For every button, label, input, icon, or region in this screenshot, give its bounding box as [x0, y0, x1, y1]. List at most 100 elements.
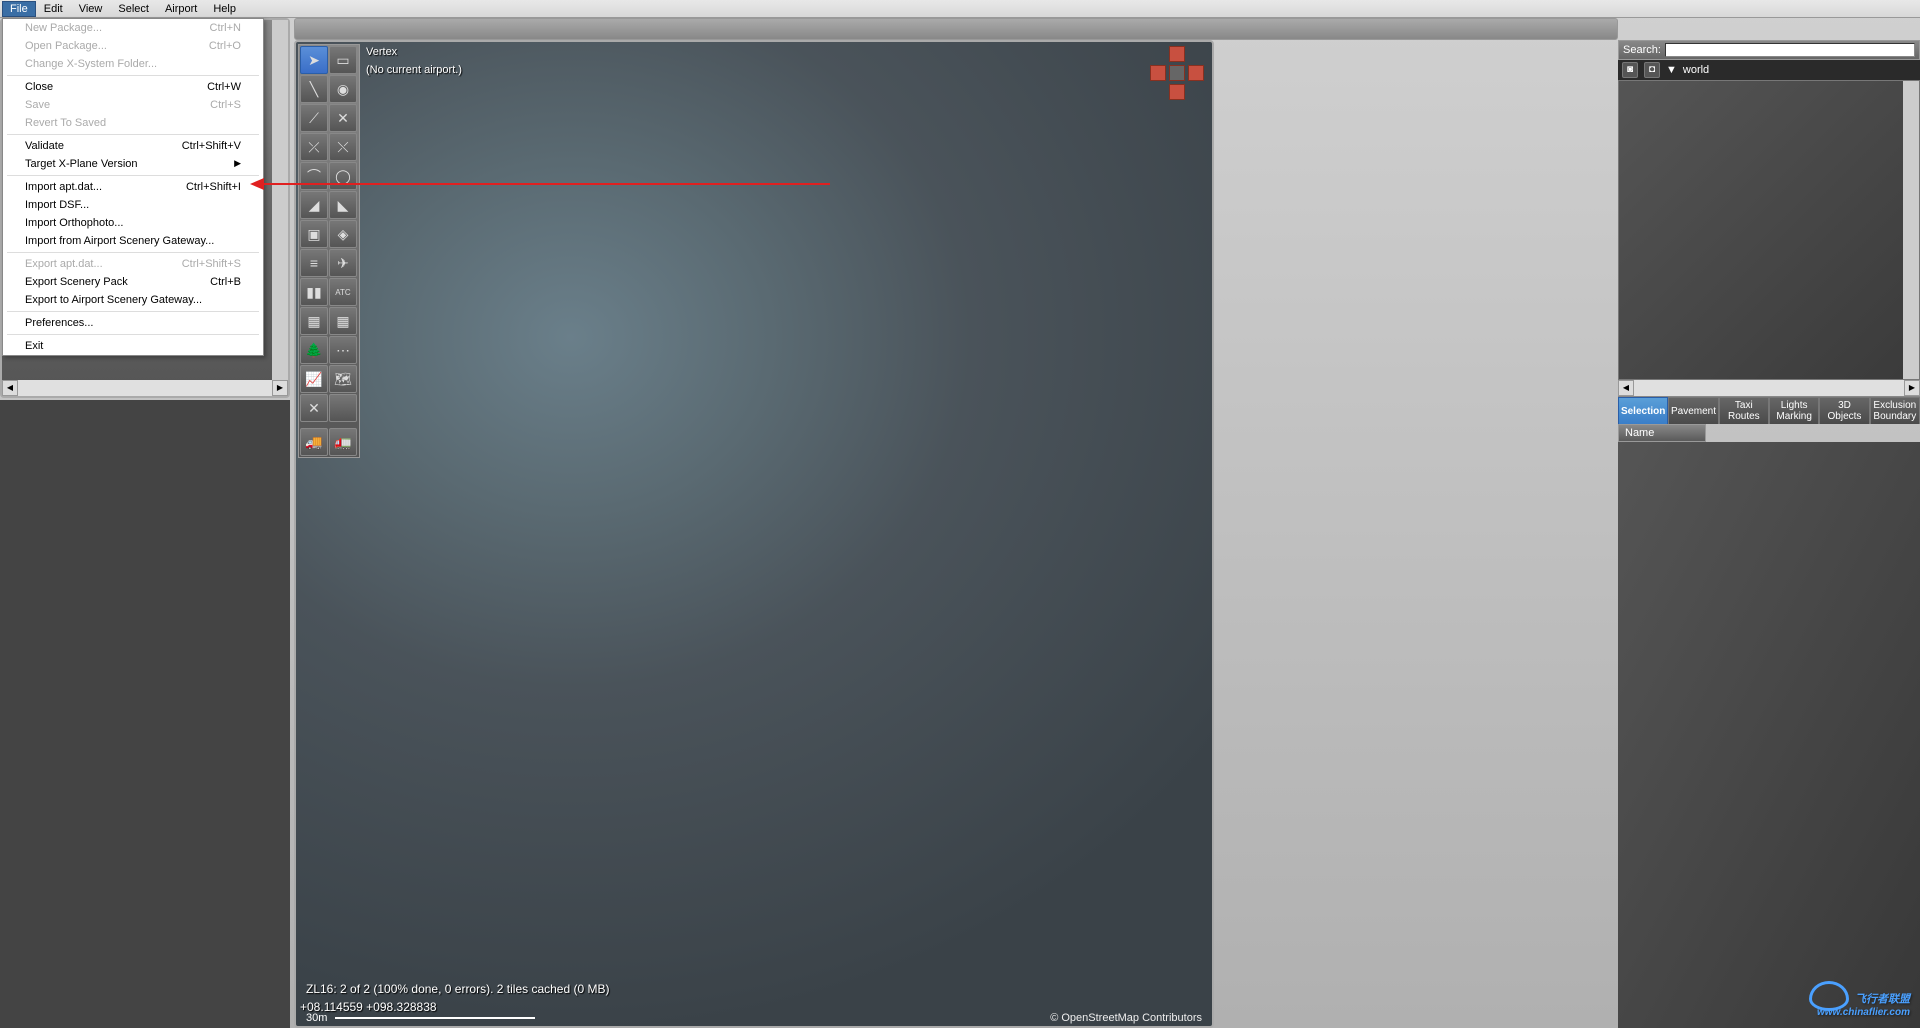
left-vscroll[interactable]	[272, 20, 288, 380]
tool-delete[interactable]: ✕	[300, 394, 328, 422]
tool-dots[interactable]: ⋯	[329, 336, 357, 364]
tool-object1[interactable]: ▣	[300, 220, 328, 248]
detail-panel	[1618, 442, 1920, 1028]
tool-road1[interactable]: ⟋	[300, 104, 328, 132]
menu-item-import-from-airport-scenery-gateway[interactable]: Import from Airport Scenery Gateway...	[3, 232, 263, 250]
tool-light2[interactable]: ◣	[329, 191, 357, 219]
tool-intersect1[interactable]: ⤫	[300, 133, 328, 161]
menu-item-export-scenery-pack[interactable]: Export Scenery PackCtrl+B	[3, 273, 263, 291]
tool-pointer[interactable]: ➤	[300, 46, 328, 74]
airport-status-label: (No current airport.)	[366, 64, 462, 76]
tab-taxi-routes[interactable]: Taxi Routes	[1719, 397, 1769, 424]
tool-curve[interactable]: ⌒	[300, 162, 328, 190]
menu-item-preferences[interactable]: Preferences...	[3, 314, 263, 332]
name-column-header[interactable]: Name	[1618, 424, 1706, 442]
menu-separator	[7, 311, 259, 312]
nav-center[interactable]	[1169, 65, 1185, 81]
scroll-left-btn[interactable]: ◀	[2, 380, 18, 396]
tool-truck1[interactable]: 🚚	[300, 428, 328, 456]
tab-selection[interactable]: Selection	[1618, 397, 1668, 424]
tool-aircraft[interactable]: ✈	[329, 249, 357, 277]
hierarchy-tree[interactable]	[1618, 80, 1920, 380]
search-input[interactable]	[1665, 43, 1915, 57]
file-dropdown: New Package...Ctrl+NOpen Package...Ctrl+…	[2, 18, 264, 356]
tree-vscroll[interactable]	[1903, 81, 1919, 379]
menu-view[interactable]: View	[71, 1, 111, 17]
world-row: ◙ ◘ ▼ world	[1618, 60, 1920, 80]
tool-blank[interactable]	[329, 394, 357, 422]
bottom-left-panel	[0, 400, 290, 1028]
menu-airport[interactable]: Airport	[157, 1, 205, 17]
menu-item-export-apt-dat: Export apt.dat...Ctrl+Shift+S	[3, 255, 263, 273]
tool-atc[interactable]: ATC	[329, 278, 357, 306]
tool-tree[interactable]: 🌲	[300, 336, 328, 364]
tool-road2[interactable]: ✕	[329, 104, 357, 132]
viewport-info: Vertex (No current airport.)	[366, 46, 462, 76]
tool-line1[interactable]: ╲	[300, 75, 328, 103]
nav-compass	[1150, 46, 1204, 100]
menu-help[interactable]: Help	[205, 1, 244, 17]
tab-pavement[interactable]: Pavement	[1668, 397, 1718, 424]
search-label: Search:	[1623, 44, 1661, 56]
menu-item-new-package: New Package...Ctrl+N	[3, 19, 263, 37]
tool-building[interactable]: ▦	[300, 307, 328, 335]
menu-separator	[7, 252, 259, 253]
nav-west[interactable]	[1150, 65, 1166, 81]
left-hscroll[interactable]: ◀ ▶	[2, 380, 288, 396]
tool-sign[interactable]: ◈	[329, 220, 357, 248]
tool-intersect2[interactable]: ⤬	[329, 133, 357, 161]
menu-item-exit[interactable]: Exit	[3, 337, 263, 355]
world-label[interactable]: world	[1683, 64, 1709, 76]
menu-item-change-x-system-folder: Change X-System Folder...	[3, 55, 263, 73]
tree-scroll-track[interactable]	[1634, 380, 1904, 396]
scale-bar	[335, 1017, 535, 1019]
menu-select[interactable]: Select	[110, 1, 157, 17]
menu-item-validate[interactable]: ValidateCtrl+Shift+V	[3, 137, 263, 155]
menu-item-revert-to-saved: Revert To Saved	[3, 114, 263, 132]
tree-scroll-right[interactable]: ▶	[1904, 380, 1920, 396]
top-toolbar	[294, 18, 1618, 40]
camera2-icon[interactable]: ◘	[1644, 62, 1660, 78]
menu-item-import-orthophoto[interactable]: Import Orthophoto...	[3, 214, 263, 232]
tree-scroll-left[interactable]: ◀	[1618, 380, 1634, 396]
menu-separator	[7, 334, 259, 335]
nav-south[interactable]	[1169, 84, 1185, 100]
tool-light1[interactable]: ◢	[300, 191, 328, 219]
nav-north[interactable]	[1169, 46, 1185, 62]
scroll-track[interactable]	[18, 380, 272, 396]
menu-item-save: SaveCtrl+S	[3, 96, 263, 114]
tool-taxiway[interactable]: ≡	[300, 249, 328, 277]
menu-separator	[7, 134, 259, 135]
watermark: 飞行者联盟 www.chinaflier.com	[1809, 981, 1910, 1018]
dropdown-arrow-icon[interactable]: ▼	[1666, 64, 1677, 76]
nav-east[interactable]	[1188, 65, 1204, 81]
menu-file[interactable]: File	[2, 1, 36, 17]
menu-edit[interactable]: Edit	[36, 1, 71, 17]
tool-palette: ➤▭╲◉⟋✕⤫⤬⌒◯◢◣▣◈≡✈▮▮ATC▦▦🌲⋯📈🗺✕🚚🚛	[298, 44, 360, 458]
menu-item-target-x-plane-version[interactable]: Target X-Plane Version▶	[3, 155, 263, 173]
menu-item-export-to-airport-scenery-gateway[interactable]: Export to Airport Scenery Gateway...	[3, 291, 263, 309]
tool-bars[interactable]: ▮▮	[300, 278, 328, 306]
tool-map[interactable]: 🗺	[329, 365, 357, 393]
scale-indicator: 30m	[306, 1012, 535, 1024]
scale-label: 30m	[306, 1012, 327, 1024]
menu-item-import-dsf[interactable]: Import DSF...	[3, 196, 263, 214]
tree-hscroll[interactable]: ◀ ▶	[1618, 380, 1920, 396]
tool-place[interactable]: ◯	[329, 162, 357, 190]
menu-item-close[interactable]: CloseCtrl+W	[3, 78, 263, 96]
tool-marquee[interactable]: ▭	[329, 46, 357, 74]
menu-item-import-apt-dat[interactable]: Import apt.dat...Ctrl+Shift+I	[3, 178, 263, 196]
tab-3d-objects[interactable]: 3D Objects	[1819, 397, 1869, 424]
main-viewport[interactable]: ➤▭╲◉⟋✕⤫⤬⌒◯◢◣▣◈≡✈▮▮ATC▦▦🌲⋯📈🗺✕🚚🚛 Vertex (N…	[294, 40, 1214, 1028]
tool-building2[interactable]: ▦	[329, 307, 357, 335]
scroll-right-btn[interactable]: ▶	[272, 380, 288, 396]
tab-exclusion-boundary[interactable]: Exclusion Boundary	[1870, 397, 1920, 424]
tab-lights-marking[interactable]: Lights Marking	[1769, 397, 1819, 424]
tool-truck2[interactable]: 🚛	[329, 428, 357, 456]
property-tabs: SelectionPavementTaxi RoutesLights Marki…	[1618, 396, 1920, 424]
camera-icon[interactable]: ◙	[1622, 62, 1638, 78]
watermark-text: 飞行者联盟	[1855, 993, 1910, 1005]
tool-graph[interactable]: 📈	[300, 365, 328, 393]
tool-beacon[interactable]: ◉	[329, 75, 357, 103]
watermark-icon	[1809, 981, 1849, 1011]
